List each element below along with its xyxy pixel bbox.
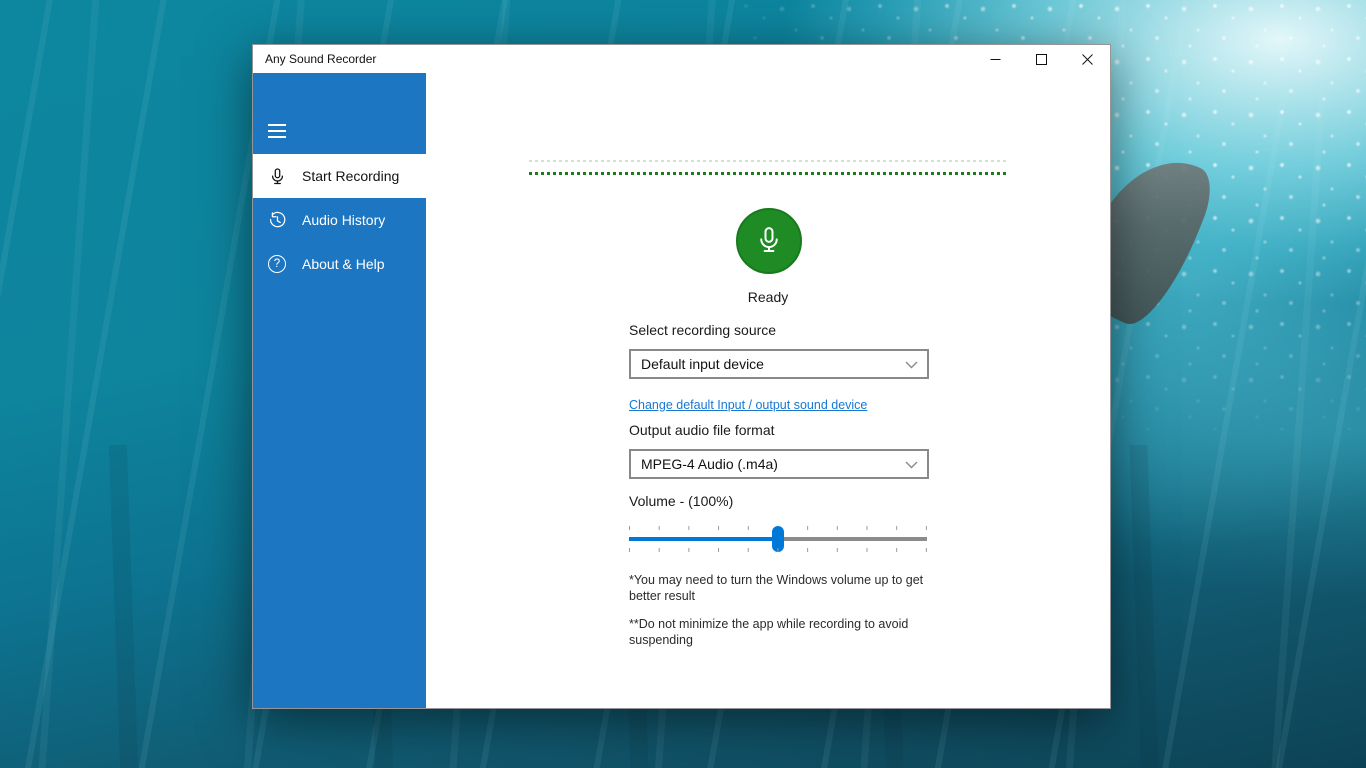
sidebar-item-label: About & Help: [302, 256, 385, 272]
window-title: Any Sound Recorder: [253, 52, 376, 66]
sidebar-nav: Start Recording Audio History: [253, 154, 426, 286]
format-select[interactable]: MPEG-4 Audio (.m4a): [629, 449, 929, 479]
format-label: Output audio file format: [629, 422, 775, 438]
sidebar-item-label: Start Recording: [302, 168, 399, 184]
chevron-down-icon: [905, 456, 918, 472]
minimize-icon: [990, 54, 1001, 65]
history-icon: [267, 210, 287, 230]
maximize-button[interactable]: [1018, 45, 1064, 73]
sidebar-item-about-help[interactable]: ? About & Help: [253, 242, 426, 286]
close-button[interactable]: [1064, 45, 1110, 73]
sidebar-item-start-recording[interactable]: Start Recording: [253, 154, 426, 198]
titlebar[interactable]: Any Sound Recorder: [253, 45, 1110, 73]
caption-buttons: [972, 45, 1110, 73]
recorder-panel: Ready Select recording source Default in…: [426, 73, 1110, 708]
recorder-form: Select recording source Default input de…: [629, 73, 929, 708]
note-volume: *You may need to turn the Windows volume…: [629, 572, 929, 605]
volume-label: Volume - (100%): [629, 493, 733, 509]
minimize-button[interactable]: [972, 45, 1018, 73]
format-select-value: MPEG-4 Audio (.m4a): [641, 456, 778, 472]
close-icon: [1082, 54, 1093, 65]
window-body: Start Recording Audio History: [253, 73, 1110, 708]
source-select-value: Default input device: [641, 356, 764, 372]
source-select[interactable]: Default input device: [629, 349, 929, 379]
volume-slider[interactable]: [629, 525, 927, 553]
microphone-icon: [267, 166, 287, 186]
chevron-down-icon: [905, 356, 918, 372]
maximize-icon: [1036, 54, 1047, 65]
sidebar: Start Recording Audio History: [253, 73, 426, 708]
menu-button[interactable]: [253, 113, 426, 149]
change-device-link[interactable]: Change default Input / output sound devi…: [629, 398, 867, 412]
help-icon: ?: [267, 254, 287, 274]
desktop-wallpaper: Any Sound Recorder: [0, 0, 1366, 768]
slider-ticks-bottom: [629, 548, 927, 552]
sidebar-item-audio-history[interactable]: Audio History: [253, 198, 426, 242]
app-window: Any Sound Recorder: [252, 44, 1111, 709]
sidebar-item-label: Audio History: [302, 212, 385, 228]
note-minimize: **Do not minimize the app while recordin…: [629, 616, 929, 649]
source-label: Select recording source: [629, 322, 776, 338]
